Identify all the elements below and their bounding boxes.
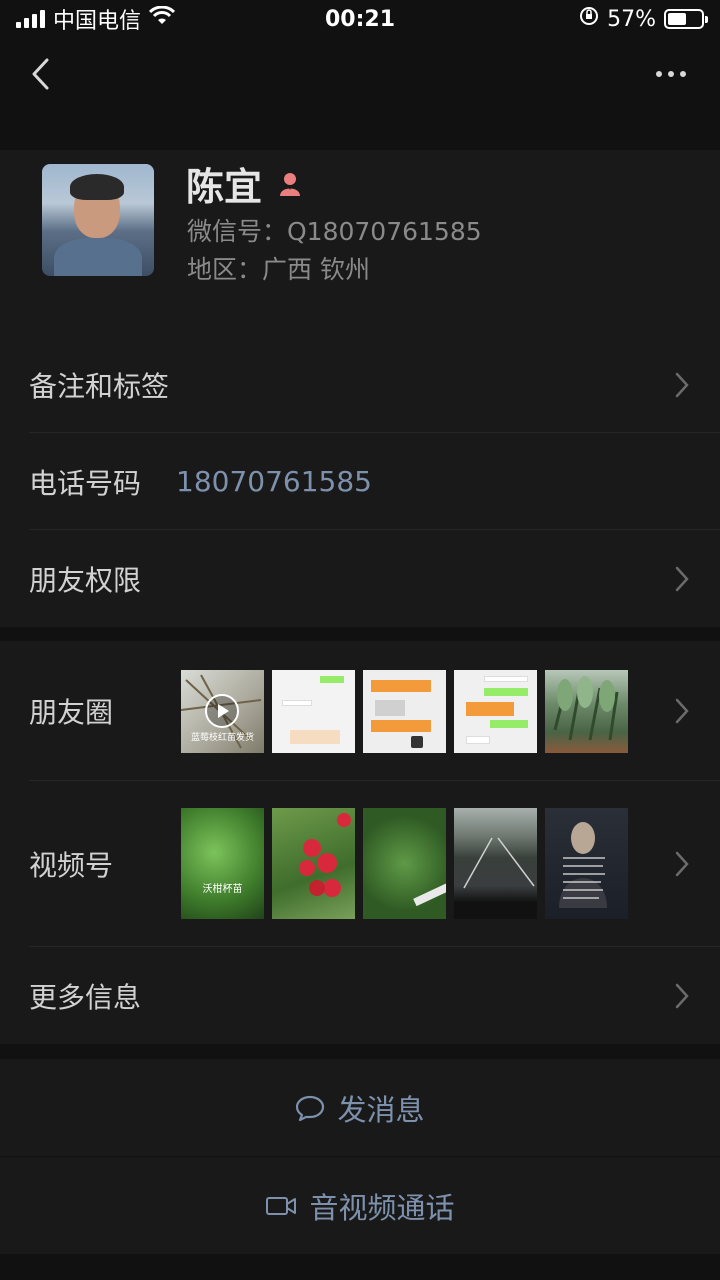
nav-bar (0, 48, 720, 100)
portrait-image (559, 822, 607, 908)
name-row: 陈宜 (186, 156, 304, 211)
chat-bubble (371, 680, 431, 692)
avatar[interactable] (42, 164, 154, 276)
rotation-lock-icon (579, 6, 599, 32)
video-call-label: 音视频通话 (309, 1190, 455, 1225)
chevron-right-icon (674, 850, 690, 878)
chat-bubble (320, 676, 344, 683)
moments-thumb-video[interactable]: 蓝莓枝红苗发货 (181, 670, 264, 753)
moments-thumbnails: 蓝莓枝红苗发货 (181, 670, 628, 753)
chevron-right-icon (674, 982, 690, 1010)
status-left: 中国电信 (16, 3, 176, 35)
wechat-id: 微信号：Q18070761585 (187, 217, 482, 246)
more-dot-icon (656, 71, 662, 77)
signal-icon (16, 10, 45, 28)
chat-bubble (290, 730, 340, 744)
region: 地区：广西 钦州 (187, 255, 370, 284)
chat-bubble (371, 720, 431, 732)
notes-tags-row[interactable]: 备注和标签 (0, 336, 720, 433)
chevron-right-icon (674, 697, 690, 725)
channels-thumb-road[interactable] (454, 808, 537, 919)
chat-bubble (466, 736, 490, 744)
avatar-hair (70, 174, 124, 200)
more-info-label: 更多信息 (29, 980, 142, 1014)
wifi-icon (148, 5, 176, 32)
moments-thumb-seedlings[interactable] (545, 670, 628, 753)
battery-fill (668, 13, 687, 25)
carrier-label: 中国电信 (53, 9, 142, 34)
channels-thumb-citrus-seedlings[interactable]: 沃柑杯苗 (181, 808, 264, 919)
channels-thumb-lychee[interactable] (272, 808, 355, 919)
chevron-right-icon (674, 565, 690, 593)
video-call-button[interactable]: 音视频通话 (0, 1157, 720, 1254)
more-info-row[interactable]: 更多信息 (0, 947, 720, 1044)
phone-label: 电话号码 (29, 466, 142, 500)
avatar-body (54, 238, 142, 276)
moments-thumb-chat-2[interactable] (363, 670, 446, 753)
moments-thumb-chat-3[interactable] (454, 670, 537, 753)
chat-bubble-icon (296, 1095, 325, 1121)
status-bar: 中国电信 00:21 57% (0, 0, 720, 38)
channels-thumb-pot-seedlings[interactable] (363, 808, 446, 919)
more-dot-icon (668, 71, 674, 77)
friend-permissions-label: 朋友权限 (29, 563, 142, 597)
chat-bubble (375, 700, 405, 716)
lychee-image (299, 813, 351, 897)
chat-bubble (466, 702, 514, 716)
play-icon (205, 694, 239, 728)
video-camera-icon (266, 1196, 297, 1215)
phone-row[interactable]: 电话号码 18070761585 (0, 433, 720, 530)
channels-thumb-caption: 沃柑杯苗 (202, 884, 243, 895)
more-options-button[interactable] (646, 54, 696, 94)
more-dot-icon (680, 71, 686, 77)
contact-name: 陈宜 (186, 165, 263, 209)
contact-info-section: 备注和标签 电话号码 18070761585 朋友权限 (0, 336, 720, 627)
tray-edge (413, 881, 446, 907)
moments-thumb-caption: 蓝莓枝红苗发货 (190, 733, 254, 743)
channels-row[interactable]: 视频号 沃柑杯苗 (0, 781, 720, 947)
send-message-button[interactable]: 发消息 (0, 1059, 720, 1156)
send-message-label: 发消息 (337, 1092, 425, 1127)
friend-permissions-row[interactable]: 朋友权限 (0, 530, 720, 627)
status-right: 57% (579, 6, 708, 32)
battery-percent: 57% (607, 6, 656, 32)
channels-thumbnails: 沃柑杯苗 (181, 808, 628, 919)
chat-image (411, 736, 423, 748)
media-section: 朋友圈 蓝莓枝红苗发货 视频号 沃柑杯苗 更多信息 (0, 641, 720, 1044)
back-button[interactable] (22, 54, 58, 94)
notes-tags-label: 备注和标签 (29, 369, 170, 403)
channels-thumb-portrait[interactable] (545, 808, 628, 919)
moments-row[interactable]: 朋友圈 蓝莓枝红苗发货 (0, 641, 720, 781)
moments-label: 朋友圈 (29, 696, 114, 729)
moments-thumb-chat-1[interactable] (272, 670, 355, 753)
phone-number[interactable]: 18070761585 (176, 465, 372, 498)
chevron-right-icon (674, 371, 690, 399)
battery-icon (664, 9, 708, 29)
chat-bubble (282, 700, 312, 706)
channels-label: 视频号 (29, 849, 114, 882)
leaves-image (553, 676, 619, 741)
chat-bubble (490, 720, 528, 728)
road-image (463, 837, 535, 889)
female-gender-icon (276, 170, 304, 198)
profile-header: 陈宜 微信号：Q18070761585 地区：广西 钦州 (0, 150, 720, 336)
chevron-left-icon (32, 58, 49, 90)
chat-bubble (484, 676, 528, 682)
chat-bubble (484, 688, 528, 696)
